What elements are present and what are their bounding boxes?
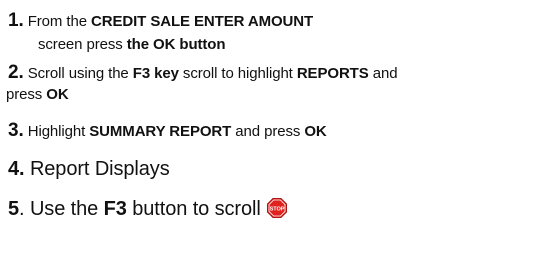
step-3-number: 3. [8, 120, 24, 141]
step-5: 5. Use the F3 button to scroll STOP [8, 198, 287, 221]
step-1: 1. From the CREDIT SALE ENTER AMOUNT [8, 10, 313, 32]
step-1-text: From the [23, 13, 92, 30]
step-2-cont-text: press [6, 86, 47, 103]
step-2-reports: REPORTS [296, 65, 369, 82]
step-3: 3. Highlight SUMMARY REPORT and press OK [8, 120, 327, 142]
step-2-number: 2. [8, 62, 24, 83]
step-2: 2. Scroll using the F3 key scroll to hig… [8, 62, 398, 84]
step-1-number: 1. [8, 10, 24, 31]
step-2-text-c: and [368, 65, 398, 82]
step-5-f3: F3 [103, 198, 127, 220]
step-4: 4. Report Displays [8, 158, 170, 181]
step-5-text-b: button to scroll [126, 198, 261, 220]
step-5-number: 5 [8, 198, 20, 220]
step-1-screen-name: CREDIT SALE ENTER AMOUNT [91, 13, 314, 30]
step-4-number: 4. [8, 158, 25, 180]
svg-text:STOP: STOP [269, 206, 284, 212]
step-4-text: Report Displays [24, 158, 170, 180]
step-1-cont-text: screen press [38, 36, 127, 53]
step-3-ok: OK [304, 123, 327, 140]
instructions-document: 1. From the CREDIT SALE ENTER AMOUNT scr… [0, 0, 538, 259]
step-2-continuation: press OK [6, 86, 69, 103]
step-1-ok-button-ref: the OK button [126, 36, 226, 53]
step-5-text-a: . Use the [19, 198, 104, 220]
step-1-continuation: screen press the OK button [38, 36, 226, 53]
step-2-text-b: scroll to highlight [178, 65, 297, 82]
step-2-ok: OK [46, 86, 69, 103]
step-3-summary-report: SUMMARY REPORT [89, 123, 232, 140]
step-2-f3-key: F3 key [132, 65, 179, 82]
step-3-text-b: and press [231, 123, 305, 140]
stop-sign-icon: STOP [266, 198, 287, 218]
step-2-text-a: Scroll using the [23, 65, 133, 82]
step-3-text-a: Highlight [23, 123, 90, 140]
